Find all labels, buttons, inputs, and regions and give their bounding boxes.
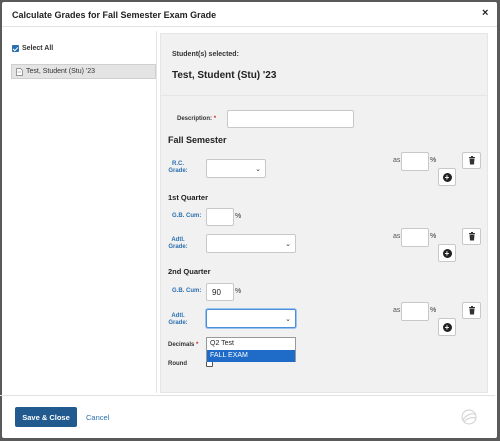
plus-circle-icon: + <box>442 172 452 182</box>
delete-button[interactable] <box>462 228 481 245</box>
selected-student-name: Test, Student (Stu) '23 <box>172 70 277 81</box>
dropdown-option[interactable]: FALL EXAM <box>207 350 295 362</box>
q2-weight-input[interactable] <box>401 302 429 321</box>
rc-grade-label: R.C. Grade: <box>168 161 188 174</box>
cancel-link[interactable]: Cancel <box>86 413 109 422</box>
chevron-down-icon: ⌄ <box>285 241 291 248</box>
q1-heading: 1st Quarter <box>168 193 209 202</box>
plus-circle-icon: + <box>442 322 452 332</box>
checkbox-icon[interactable] <box>12 45 19 52</box>
percent-label: % <box>430 157 437 164</box>
q2-gb-cum-label: G.B. Cum: <box>172 288 202 294</box>
delete-button[interactable] <box>462 152 481 169</box>
document-icon <box>16 67 23 76</box>
trash-icon <box>468 232 475 241</box>
description-label: Description: * <box>177 116 217 122</box>
percent-label: % <box>430 307 437 314</box>
q1-weight-input[interactable] <box>401 228 429 247</box>
percent-label: % <box>235 213 242 220</box>
fall-semester-heading: Fall Semester <box>168 135 227 145</box>
round-label: Round <box>168 361 187 367</box>
q2-adtl-grade-label: Adtl. Grade: <box>168 313 188 326</box>
q1-gb-cum-label: G.B. Cum: <box>172 213 202 219</box>
selected-students-panel <box>160 33 488 96</box>
q2-heading: 2nd Quarter <box>168 267 211 276</box>
add-button[interactable]: + <box>438 168 456 186</box>
student-name: Test, Student (Stu) '23 <box>26 68 96 75</box>
adtl-grade-dropdown-menu: Q2 Test FALL EXAM <box>206 337 296 362</box>
chevron-down-icon: ⌄ <box>285 316 291 323</box>
dialog-title: Calculate Grades for Fall Semester Exam … <box>12 10 217 20</box>
as-label: as <box>393 307 401 314</box>
watermark-logo-icon <box>461 409 477 425</box>
student-list-item[interactable]: Test, Student (Stu) '23 <box>11 64 156 79</box>
description-input[interactable] <box>227 110 354 128</box>
rc-grade-select[interactable]: ⌄ <box>206 159 266 178</box>
trash-icon <box>468 156 475 165</box>
add-button[interactable]: + <box>438 244 456 262</box>
q1-adtl-grade-label: Adtl. Grade: <box>168 237 188 250</box>
fall-weight-input[interactable] <box>401 152 429 171</box>
q2-adtl-grade-select[interactable]: ⌄ <box>206 309 296 328</box>
dialog-header: Calculate Grades for Fall Semester Exam … <box>2 2 497 27</box>
student-list-panel <box>9 31 157 393</box>
close-icon[interactable]: × <box>482 7 488 19</box>
selected-label: Student(s) selected: <box>172 51 239 58</box>
add-button[interactable]: + <box>438 318 456 336</box>
as-label: as <box>393 157 401 164</box>
percent-label: % <box>235 288 242 295</box>
save-close-button[interactable]: Save & Close <box>15 407 77 427</box>
select-all-checkbox[interactable]: Select All <box>12 45 53 52</box>
q1-adtl-grade-select[interactable]: ⌄ <box>206 234 296 253</box>
q1-gb-cum-input[interactable] <box>206 208 234 226</box>
select-all-label: Select All <box>22 45 54 52</box>
plus-circle-icon: + <box>442 248 452 258</box>
q2-gb-cum-input[interactable]: 90 <box>206 283 234 301</box>
decimals-label: Decimals * <box>168 342 199 348</box>
trash-icon <box>468 306 475 315</box>
delete-button[interactable] <box>462 302 481 319</box>
percent-label: % <box>430 233 437 240</box>
as-label: as <box>393 233 401 240</box>
chevron-down-icon: ⌄ <box>255 166 261 173</box>
dropdown-option[interactable]: Q2 Test <box>207 338 295 350</box>
